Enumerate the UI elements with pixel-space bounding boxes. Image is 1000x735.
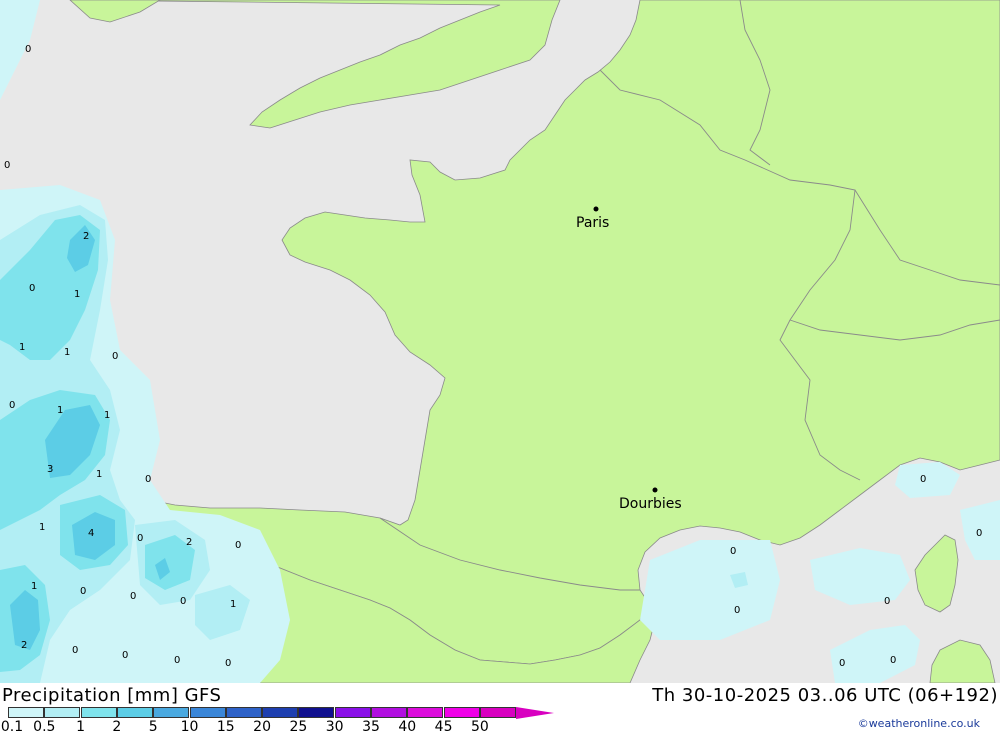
precip-label: 1 — [230, 599, 236, 610]
legend-swatch — [262, 707, 299, 718]
precip-label: 0 — [734, 605, 740, 616]
precip-label: 1 — [57, 405, 63, 416]
precip-label: 0 — [112, 351, 118, 362]
map-canvas: 0 0 2 0 1 1 1 0 0 1 1 3 1 0 1 4 0 2 0 1 … — [0, 0, 1000, 684]
precip-label: 2 — [21, 640, 27, 651]
precip-label: 0 — [130, 591, 136, 602]
precip-label: 3 — [47, 464, 53, 475]
legend-swatch — [479, 707, 516, 718]
precip-label: 1 — [31, 581, 37, 592]
precip-label: 0 — [145, 474, 151, 485]
precip-label: 0 — [839, 658, 845, 669]
precip-label: 0 — [976, 528, 982, 539]
city-label-paris: Paris — [576, 215, 609, 231]
valid-time: Th 30-10-2025 03..06 UTC (06+192) — [652, 685, 998, 706]
precip-label: 0 — [9, 400, 15, 411]
legend-swatch — [407, 707, 444, 718]
legend-swatch — [80, 707, 117, 718]
precip-label: 0 — [174, 655, 180, 666]
precip-label: 0 — [235, 540, 241, 551]
map-footer: Precipitation [mm] GFS Th 30-10-2025 03.… — [0, 683, 1000, 735]
precip-label: 1 — [96, 469, 102, 480]
precip-label: 1 — [74, 289, 80, 300]
precip-label: 1 — [64, 347, 70, 358]
precip-label: 0 — [4, 160, 10, 171]
legend-swatch — [443, 707, 480, 718]
city-label-dourbies: Dourbies — [619, 496, 682, 512]
legend-swatch — [153, 707, 190, 718]
precip-label: 0 — [122, 650, 128, 661]
precip-label: 0 — [72, 645, 78, 656]
credit-link[interactable]: ©weatheronline.co.uk — [858, 717, 980, 730]
precip-label: 0 — [730, 546, 736, 557]
precip-label: 0 — [29, 283, 35, 294]
precip-label: 1 — [19, 342, 25, 353]
precip-label: 0 — [137, 533, 143, 544]
legend-arrow — [515, 707, 554, 719]
precip-label: 0 — [180, 596, 186, 607]
legend-swatch — [334, 707, 371, 718]
precip-label: 1 — [39, 522, 45, 533]
precip-label: 0 — [890, 655, 896, 666]
precip-label: 0 — [884, 596, 890, 607]
precip-label: 1 — [104, 410, 110, 421]
precip-label: 0 — [80, 586, 86, 597]
map-title: Precipitation [mm] GFS — [2, 685, 222, 706]
city-dot-paris — [593, 206, 599, 212]
precip-label: 0 — [920, 474, 926, 485]
legend-swatch — [116, 707, 153, 718]
precip-label: 2 — [186, 537, 192, 548]
legend-swatch — [298, 707, 335, 718]
precip-label: 0 — [25, 44, 31, 55]
precip-label: 4 — [88, 528, 94, 539]
weather-map: 0 0 2 0 1 1 1 0 0 1 1 3 1 0 1 4 0 2 0 1 … — [0, 0, 1000, 684]
city-dot-dourbies — [652, 487, 658, 493]
legend-swatch — [225, 707, 262, 718]
legend-swatch — [371, 707, 407, 718]
precip-label: 0 — [225, 658, 231, 669]
legend-swatch — [8, 707, 44, 718]
precip-label: 2 — [83, 231, 89, 242]
legend-swatch — [44, 707, 81, 718]
legend-swatch — [189, 707, 226, 718]
